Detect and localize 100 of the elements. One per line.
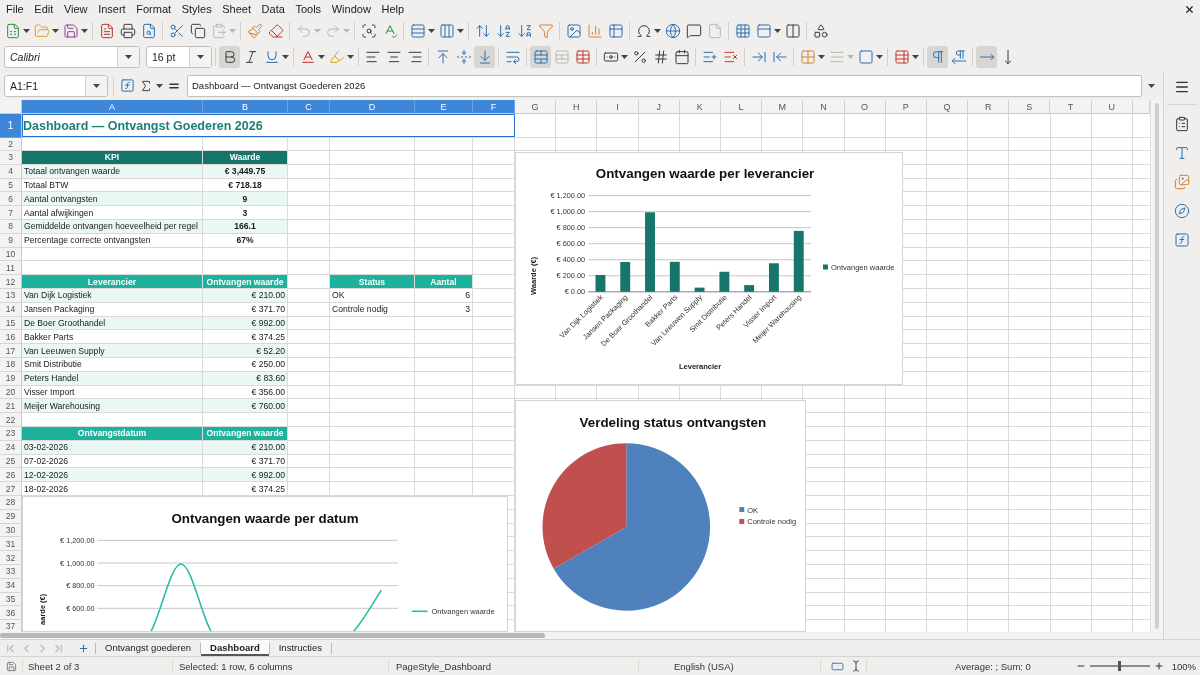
caret-icon[interactable] bbox=[23, 28, 30, 33]
menu-item[interactable]: Sheet bbox=[217, 1, 256, 17]
font-name-field[interactable]: Calibri bbox=[4, 46, 140, 68]
row-header[interactable]: 7 bbox=[0, 206, 22, 220]
row-header[interactable]: 12 bbox=[0, 275, 22, 289]
caret-icon[interactable] bbox=[774, 28, 781, 33]
row-header[interactable]: 36 bbox=[0, 606, 22, 621]
menu-item[interactable]: Styles bbox=[176, 1, 217, 17]
menu-item[interactable]: View bbox=[58, 1, 93, 17]
plus-icon[interactable] bbox=[78, 642, 89, 654]
column-header[interactable]: H bbox=[556, 100, 598, 114]
table-cell: 9 bbox=[203, 192, 288, 207]
left-to-right-button[interactable] bbox=[927, 46, 948, 68]
table-cell: Van Leeuwen Supply bbox=[22, 344, 203, 358]
bold-button[interactable] bbox=[219, 46, 240, 68]
text-cursor-icon[interactable] bbox=[850, 660, 862, 672]
menu-item[interactable]: Format bbox=[131, 1, 177, 17]
column-header[interactable]: J bbox=[638, 100, 680, 114]
menu-item[interactable]: Edit bbox=[29, 1, 59, 17]
hash-icon bbox=[652, 49, 669, 65]
row-header[interactable]: 17 bbox=[0, 344, 22, 358]
sheet-tab[interactable]: Instructies bbox=[269, 640, 331, 656]
caret-icon[interactable] bbox=[912, 55, 919, 59]
dropdown-button[interactable] bbox=[189, 47, 211, 67]
font-color-icon bbox=[299, 49, 316, 65]
row-header[interactable]: 32 bbox=[0, 551, 22, 565]
row-header[interactable]: 21 bbox=[0, 399, 22, 414]
column-header[interactable]: D bbox=[330, 100, 415, 114]
row-header[interactable]: 1 bbox=[0, 114, 22, 138]
font-size-field[interactable]: 16 pt bbox=[146, 46, 212, 68]
row-header[interactable]: 27 bbox=[0, 482, 22, 496]
column-header[interactable]: N bbox=[803, 100, 845, 114]
row-header[interactable]: 31 bbox=[0, 537, 22, 552]
vertical-scrollbar[interactable] bbox=[1150, 100, 1163, 632]
caret-icon[interactable] bbox=[347, 55, 354, 59]
dropdown-button[interactable] bbox=[117, 47, 139, 67]
scrollbar-thumb[interactable] bbox=[0, 633, 545, 638]
align-right-icon bbox=[406, 49, 423, 65]
column-header[interactable]: G bbox=[515, 100, 557, 114]
row-header[interactable]: 3 bbox=[0, 151, 22, 165]
caret-icon[interactable] bbox=[52, 28, 59, 33]
gallery-button[interactable] bbox=[1172, 172, 1192, 191]
merge-center-button[interactable] bbox=[530, 46, 551, 68]
name-box-field[interactable]: A1:F1 bbox=[4, 74, 108, 97]
column-header[interactable]: E bbox=[415, 100, 473, 114]
caret-icon[interactable] bbox=[156, 83, 163, 88]
row-header[interactable]: 2 bbox=[0, 138, 22, 151]
text-horizontal-button[interactable] bbox=[976, 46, 997, 68]
caret-icon[interactable] bbox=[818, 55, 825, 59]
caret-icon[interactable] bbox=[457, 28, 464, 33]
caret-icon[interactable] bbox=[621, 55, 628, 59]
column-header[interactable]: P bbox=[885, 100, 927, 114]
column-header[interactable]: L bbox=[720, 100, 763, 114]
row-header[interactable]: 22 bbox=[0, 413, 22, 427]
navigator-button[interactable] bbox=[1172, 201, 1192, 220]
row-header[interactable]: 26 bbox=[0, 468, 22, 483]
menu-item[interactable]: Window bbox=[326, 1, 376, 17]
row-header[interactable]: 6 bbox=[0, 192, 22, 207]
slider-thumb[interactable] bbox=[1118, 661, 1122, 671]
chart-bar bbox=[769, 263, 779, 292]
column-header[interactable]: O bbox=[844, 100, 886, 114]
align-bottom-button[interactable] bbox=[474, 46, 495, 68]
column-header[interactable]: F bbox=[473, 100, 515, 114]
split-cells-icon bbox=[553, 49, 570, 65]
column-header[interactable]: K bbox=[679, 100, 721, 114]
table-header-cell: Aantal bbox=[415, 275, 473, 289]
menu-item[interactable]: Help bbox=[376, 1, 410, 17]
menu-item[interactable]: Tools bbox=[290, 1, 327, 17]
column-header[interactable]: M bbox=[762, 100, 804, 114]
column-header[interactable]: Q bbox=[926, 100, 969, 114]
formula-input-field[interactable]: Dashboard — Ontvangst Goederen 2026 bbox=[187, 74, 1142, 97]
menu-item[interactable]: Insert bbox=[93, 1, 131, 17]
column-header[interactable]: C bbox=[288, 100, 330, 114]
column-header[interactable]: T bbox=[1050, 100, 1092, 114]
caret-icon[interactable] bbox=[81, 28, 88, 33]
row-header[interactable]: 37 bbox=[0, 620, 22, 632]
fold-vertical-icon bbox=[455, 49, 472, 65]
functions-button[interactable] bbox=[1172, 230, 1192, 249]
row-header[interactable]: 11 bbox=[0, 261, 22, 276]
table-cell: € 992.00 bbox=[203, 468, 288, 483]
caret-icon[interactable] bbox=[654, 28, 661, 33]
column-header[interactable]: A bbox=[22, 100, 203, 114]
dropdown-button[interactable] bbox=[85, 75, 107, 96]
scrollbar-thumb[interactable] bbox=[1155, 103, 1159, 629]
caret-icon[interactable] bbox=[282, 55, 289, 59]
column-header[interactable]: I bbox=[597, 100, 639, 114]
sheet-tab[interactable]: Dashboard bbox=[201, 640, 269, 656]
horizontal-scrollbar[interactable] bbox=[0, 632, 1163, 639]
column-header[interactable]: R bbox=[968, 100, 1010, 114]
column-header[interactable]: U bbox=[1091, 100, 1133, 114]
plus-icon[interactable] bbox=[1153, 661, 1164, 671]
caret-icon[interactable] bbox=[318, 55, 325, 59]
caret-icon[interactable] bbox=[428, 28, 435, 33]
column-header[interactable]: B bbox=[203, 100, 288, 114]
column-header[interactable]: S bbox=[1009, 100, 1051, 114]
menu-item[interactable]: File bbox=[1, 1, 29, 17]
caret-icon[interactable] bbox=[876, 55, 883, 59]
sheet-tab[interactable]: Ontvangst goederen bbox=[96, 640, 201, 656]
menu-item[interactable]: Data bbox=[256, 1, 290, 17]
row-header[interactable]: 16 bbox=[0, 330, 22, 345]
